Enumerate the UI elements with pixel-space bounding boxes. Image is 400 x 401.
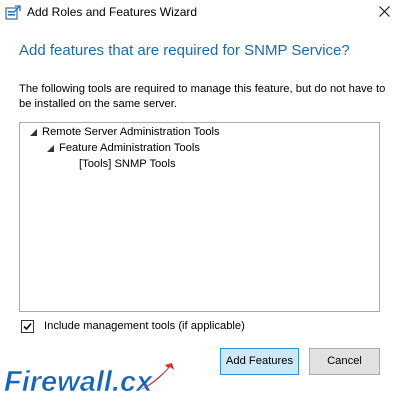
expand-triangle-icon[interactable] — [47, 145, 54, 152]
tree-item-label: [Tools] SNMP Tools — [79, 158, 176, 170]
svg-text:Firewall.cx: Firewall.cx — [4, 366, 154, 398]
close-icon — [379, 6, 390, 17]
tree-item-label: Feature Administration Tools — [59, 142, 200, 154]
server-manager-icon — [5, 5, 21, 20]
feature-tree[interactable]: Remote Server Administration Tools Featu… — [19, 122, 380, 312]
firewall-cx-logo: Firewall.cx — [4, 363, 174, 398]
window-title: Add Roles and Features Wizard — [27, 5, 198, 19]
add-features-button[interactable]: Add Features — [220, 348, 299, 375]
close-button[interactable] — [374, 2, 396, 22]
include-tools-checkbox[interactable] — [21, 320, 34, 333]
expand-triangle-icon[interactable] — [30, 129, 37, 136]
title-bar: Add Roles and Features Wizard — [0, 0, 400, 26]
checkmark-icon — [23, 322, 32, 331]
dialog-heading: Add features that are required for SNMP … — [19, 42, 350, 59]
cancel-button[interactable]: Cancel — [309, 348, 380, 375]
dialog-description: The following tools are required to mana… — [19, 83, 386, 110]
tree-item-label: Remote Server Administration Tools — [42, 126, 220, 138]
include-tools-label[interactable]: Include management tools (if applicable) — [44, 320, 245, 332]
